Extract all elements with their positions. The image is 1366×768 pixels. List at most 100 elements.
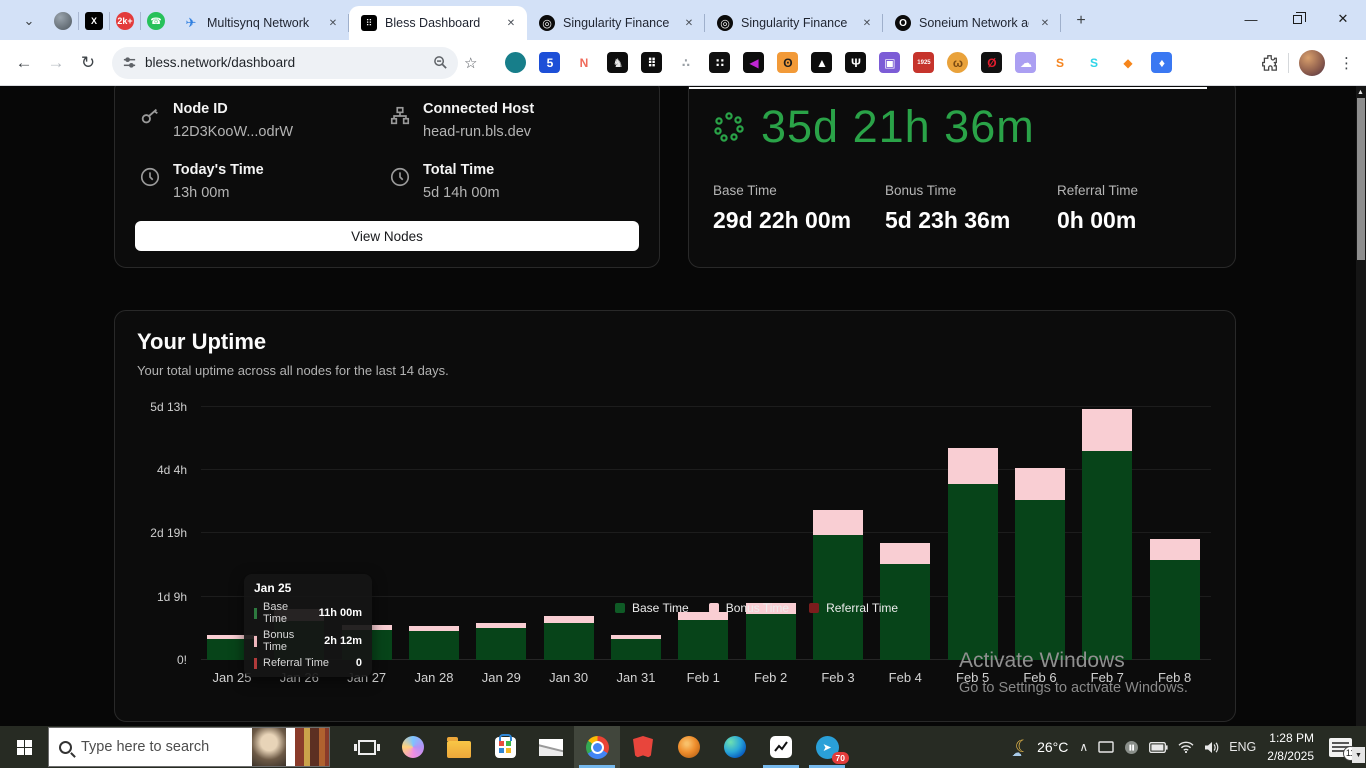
legend-referral-time[interactable]: Referral Time bbox=[809, 601, 898, 615]
extension-dots-grid-icon[interactable]: ∷ bbox=[709, 52, 730, 73]
extension-purple-wallet-icon[interactable]: ▣ bbox=[879, 52, 900, 73]
bar-jan-29[interactable] bbox=[476, 623, 526, 660]
taskbar-search-box[interactable]: Type here to search bbox=[48, 727, 330, 767]
extension-ocean-globe-icon[interactable] bbox=[505, 52, 526, 73]
base-time-segment[interactable] bbox=[409, 631, 459, 660]
bonus-time-segment[interactable] bbox=[1150, 539, 1200, 560]
tray-expand-chevron[interactable]: ∧ bbox=[1079, 740, 1088, 754]
base-time-segment[interactable] bbox=[678, 620, 728, 660]
extension-black-knight-icon[interactable]: ♞ bbox=[607, 52, 628, 73]
back-button[interactable]: ← bbox=[10, 49, 38, 77]
file-explorer-button[interactable] bbox=[436, 726, 482, 768]
extension-shiba-icon[interactable]: ω bbox=[947, 52, 968, 73]
extension-orange-s-icon[interactable]: S bbox=[1049, 52, 1070, 73]
legend-base-time[interactable]: Base Time bbox=[615, 601, 689, 615]
new-tab-button[interactable]: + bbox=[1067, 7, 1095, 35]
page-scrollbar[interactable]: ▲ bbox=[1356, 86, 1366, 726]
pinned-tab-x-twitter[interactable]: X bbox=[79, 6, 109, 36]
bar-feb-8[interactable] bbox=[1150, 539, 1200, 660]
trading-app-button[interactable] bbox=[758, 726, 804, 768]
pinned-tab-2k-badge[interactable]: 2k+ bbox=[110, 6, 140, 36]
browser-menu-icon[interactable]: ⋮ bbox=[1335, 54, 1358, 72]
base-time-segment[interactable] bbox=[1150, 560, 1200, 660]
tab-bless-dashboard[interactable]: ⠿Bless Dashboard✕ bbox=[349, 6, 527, 40]
speaker-icon[interactable] bbox=[1204, 741, 1219, 754]
mail-button[interactable] bbox=[528, 726, 574, 768]
tab-close-icon[interactable]: ✕ bbox=[1037, 15, 1053, 31]
orange-app-button[interactable] bbox=[666, 726, 712, 768]
bonus-time-segment[interactable] bbox=[544, 616, 594, 623]
notification-center-button[interactable]: 11 bbox=[1329, 738, 1352, 757]
extension-blue-drop-icon[interactable]: ♦ bbox=[1151, 52, 1172, 73]
bonus-time-segment[interactable] bbox=[813, 510, 863, 535]
bar-feb-3[interactable] bbox=[813, 510, 863, 660]
tab-search-button[interactable]: ⌄ bbox=[12, 7, 46, 35]
microsoft-store-button[interactable] bbox=[482, 726, 528, 768]
bar-jan-30[interactable] bbox=[544, 616, 594, 660]
url-text[interactable]: bless.network/dashboard bbox=[145, 55, 425, 70]
chrome-button[interactable] bbox=[574, 726, 620, 768]
base-time-segment[interactable] bbox=[611, 639, 661, 660]
bar-feb-6[interactable] bbox=[1015, 468, 1065, 660]
taskbar-clock[interactable]: 1:28 PM 2/8/2025 bbox=[1267, 729, 1314, 765]
base-time-segment[interactable] bbox=[1015, 500, 1065, 660]
language-indicator[interactable]: ENG bbox=[1229, 740, 1256, 754]
search-highlight-books[interactable] bbox=[295, 728, 329, 766]
base-time-segment[interactable] bbox=[948, 484, 998, 660]
base-time-segment[interactable] bbox=[813, 535, 863, 660]
window-minimize-button[interactable]: — bbox=[1228, 0, 1274, 38]
tab-close-icon[interactable]: ✕ bbox=[325, 15, 341, 31]
battery-icon[interactable] bbox=[1149, 742, 1168, 753]
bonus-time-segment[interactable] bbox=[880, 543, 930, 564]
view-nodes-button[interactable]: View Nodes bbox=[135, 221, 639, 251]
forward-button[interactable]: → bbox=[42, 49, 70, 77]
bookmark-star-icon[interactable]: ☆ bbox=[464, 54, 477, 72]
media-playing-icon[interactable] bbox=[1124, 740, 1139, 755]
address-bar[interactable]: bless.network/dashboard bbox=[112, 47, 458, 79]
extension-n-logo-icon[interactable]: N bbox=[573, 52, 594, 73]
extension-year-1925-icon[interactable]: 1925 bbox=[913, 52, 934, 73]
profile-avatar[interactable] bbox=[1299, 50, 1325, 76]
pinned-tab-globe[interactable] bbox=[48, 6, 78, 36]
extension-red-slash-icon[interactable]: Ø bbox=[981, 52, 1002, 73]
tab-singularity-finance[interactable]: ◎Singularity Finance - ✕ bbox=[705, 6, 883, 40]
tab-multisynq-network[interactable]: ✈Multisynq Network✕ bbox=[171, 6, 349, 40]
extension-bless-ext-icon[interactable]: ⠿ bbox=[641, 52, 662, 73]
bar-feb-1[interactable] bbox=[678, 612, 728, 660]
bar-feb-7[interactable] bbox=[1082, 409, 1132, 660]
wifi-icon[interactable] bbox=[1178, 741, 1194, 753]
extensions-puzzle-icon[interactable] bbox=[1261, 54, 1278, 71]
extension-metamask-icon[interactable]: ◆ bbox=[1117, 52, 1138, 73]
start-button[interactable] bbox=[0, 726, 48, 768]
extension-octopus-icon[interactable]: Ψ bbox=[845, 52, 866, 73]
extension-cyan-s-icon[interactable]: S bbox=[1083, 52, 1104, 73]
bar-feb-5[interactable] bbox=[948, 448, 998, 660]
reload-button[interactable]: ↻ bbox=[74, 49, 102, 77]
extension-phantom-icon[interactable]: ☁ bbox=[1015, 52, 1036, 73]
brave-button[interactable] bbox=[620, 726, 666, 768]
tab-soneium-network-ad[interactable]: OSoneium Network ad✕ bbox=[883, 6, 1061, 40]
legend-bonus-time[interactable]: Bonus Time bbox=[709, 601, 789, 615]
extension-steps-dots-icon[interactable]: ∴ bbox=[675, 52, 696, 73]
search-highlight-portrait[interactable] bbox=[252, 728, 286, 766]
extension-prism-play-icon[interactable]: ◀ bbox=[743, 52, 764, 73]
cast-icon[interactable] bbox=[1098, 741, 1114, 754]
scrollbar-down-button[interactable]: ▼ bbox=[1352, 747, 1365, 763]
site-info-icon[interactable] bbox=[122, 55, 137, 70]
window-close-button[interactable]: ✕ bbox=[1320, 0, 1366, 38]
base-time-segment[interactable] bbox=[1082, 451, 1132, 660]
bonus-time-segment[interactable] bbox=[1015, 468, 1065, 500]
bar-jan-28[interactable] bbox=[409, 626, 459, 660]
window-restore-button[interactable] bbox=[1274, 0, 1320, 38]
extension-rocket-icon[interactable]: ▲ bbox=[811, 52, 832, 73]
weather-widget[interactable]: ☾ 26°C bbox=[1015, 737, 1069, 757]
bonus-time-segment[interactable] bbox=[1082, 409, 1132, 451]
bar-jan-31[interactable] bbox=[611, 635, 661, 660]
base-time-segment[interactable] bbox=[746, 614, 796, 660]
bonus-time-segment[interactable] bbox=[948, 448, 998, 484]
tab-close-icon[interactable]: ✕ bbox=[859, 15, 875, 31]
telegram-button[interactable]: ➤70 bbox=[804, 726, 850, 768]
edge-button[interactable] bbox=[712, 726, 758, 768]
scrollbar-thumb[interactable] bbox=[1357, 98, 1365, 260]
extension-five-blue-icon[interactable]: 5 bbox=[539, 52, 560, 73]
